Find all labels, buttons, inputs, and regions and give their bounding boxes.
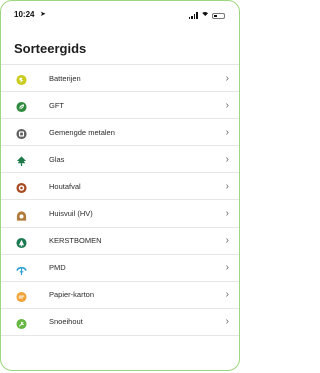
battery-icon (16, 73, 27, 86)
list-item-label: Snoeihout (49, 317, 83, 327)
metal-icon (16, 127, 27, 140)
list-item-snoeihout[interactable]: Snoeihout › (1, 309, 239, 336)
chevron-right-icon: › (225, 289, 229, 301)
wood-icon (16, 181, 27, 194)
list-item-label: Glas (49, 154, 65, 164)
branch-icon (16, 316, 27, 329)
wifi-icon (201, 12, 209, 20)
bin-icon (16, 208, 27, 221)
list-item-label: PMD (49, 263, 66, 273)
leaf-icon (16, 100, 27, 113)
list-item-huisvuil-hv[interactable]: Huisvuil (HV) › (1, 200, 239, 228)
chevron-right-icon: › (225, 72, 229, 84)
chevron-right-icon: › (225, 316, 229, 328)
chevron-right-icon: › (225, 262, 229, 274)
list-item-kerstbomen[interactable]: KERSTBOMEN › (1, 228, 239, 255)
list-item-glas[interactable]: Glas › (1, 146, 239, 174)
list-item-label: Gemengde metalen (49, 127, 115, 137)
status-time: 10:24 (14, 10, 35, 19)
location-icon: ➤ (40, 11, 46, 18)
list-item-label: Huisvuil (HV) (49, 209, 93, 219)
status-bar: 10:24 ➤ (1, 1, 239, 29)
paper-icon (16, 289, 27, 302)
phone-frame: 10:24 ➤ Sorteergids Batterijen › GFT › Gemen… (0, 0, 240, 371)
list-item-label: Papier-karton (49, 290, 95, 300)
list-item-gemengde-metalen[interactable]: Gemengde metalen › (1, 119, 239, 147)
category-list: Batterijen › GFT › Gemengde metalen › Glas › Hou… (1, 64, 239, 336)
chevron-right-icon: › (225, 153, 229, 165)
list-item-batterijen[interactable]: Batterijen › (1, 64, 239, 93)
pmd-icon (16, 262, 27, 275)
chevron-right-icon: › (225, 99, 229, 111)
chevron-right-icon: › (225, 180, 229, 192)
list-item-label: Houtafval (49, 181, 81, 191)
list-item-pmd[interactable]: PMD › (1, 255, 239, 282)
page-title: Sorteergids (14, 41, 87, 56)
list-item-label: Batterijen (49, 73, 81, 83)
battery-status-icon (212, 13, 225, 19)
christmas-tree-icon (16, 235, 27, 248)
list-item-label: GFT (49, 100, 64, 110)
chevron-right-icon: › (225, 235, 229, 247)
list-item-houtafval[interactable]: Houtafval › (1, 173, 239, 201)
list-item-papier-karton[interactable]: Papier-karton › (1, 282, 239, 309)
list-item-gft[interactable]: GFT › (1, 92, 239, 120)
chevron-right-icon: › (225, 126, 229, 138)
list-item-label: KERSTBOMEN (49, 236, 102, 246)
system-icons (188, 11, 225, 20)
chevron-right-icon: › (225, 208, 229, 220)
signal-icon (188, 12, 198, 19)
tree-icon (16, 154, 27, 167)
